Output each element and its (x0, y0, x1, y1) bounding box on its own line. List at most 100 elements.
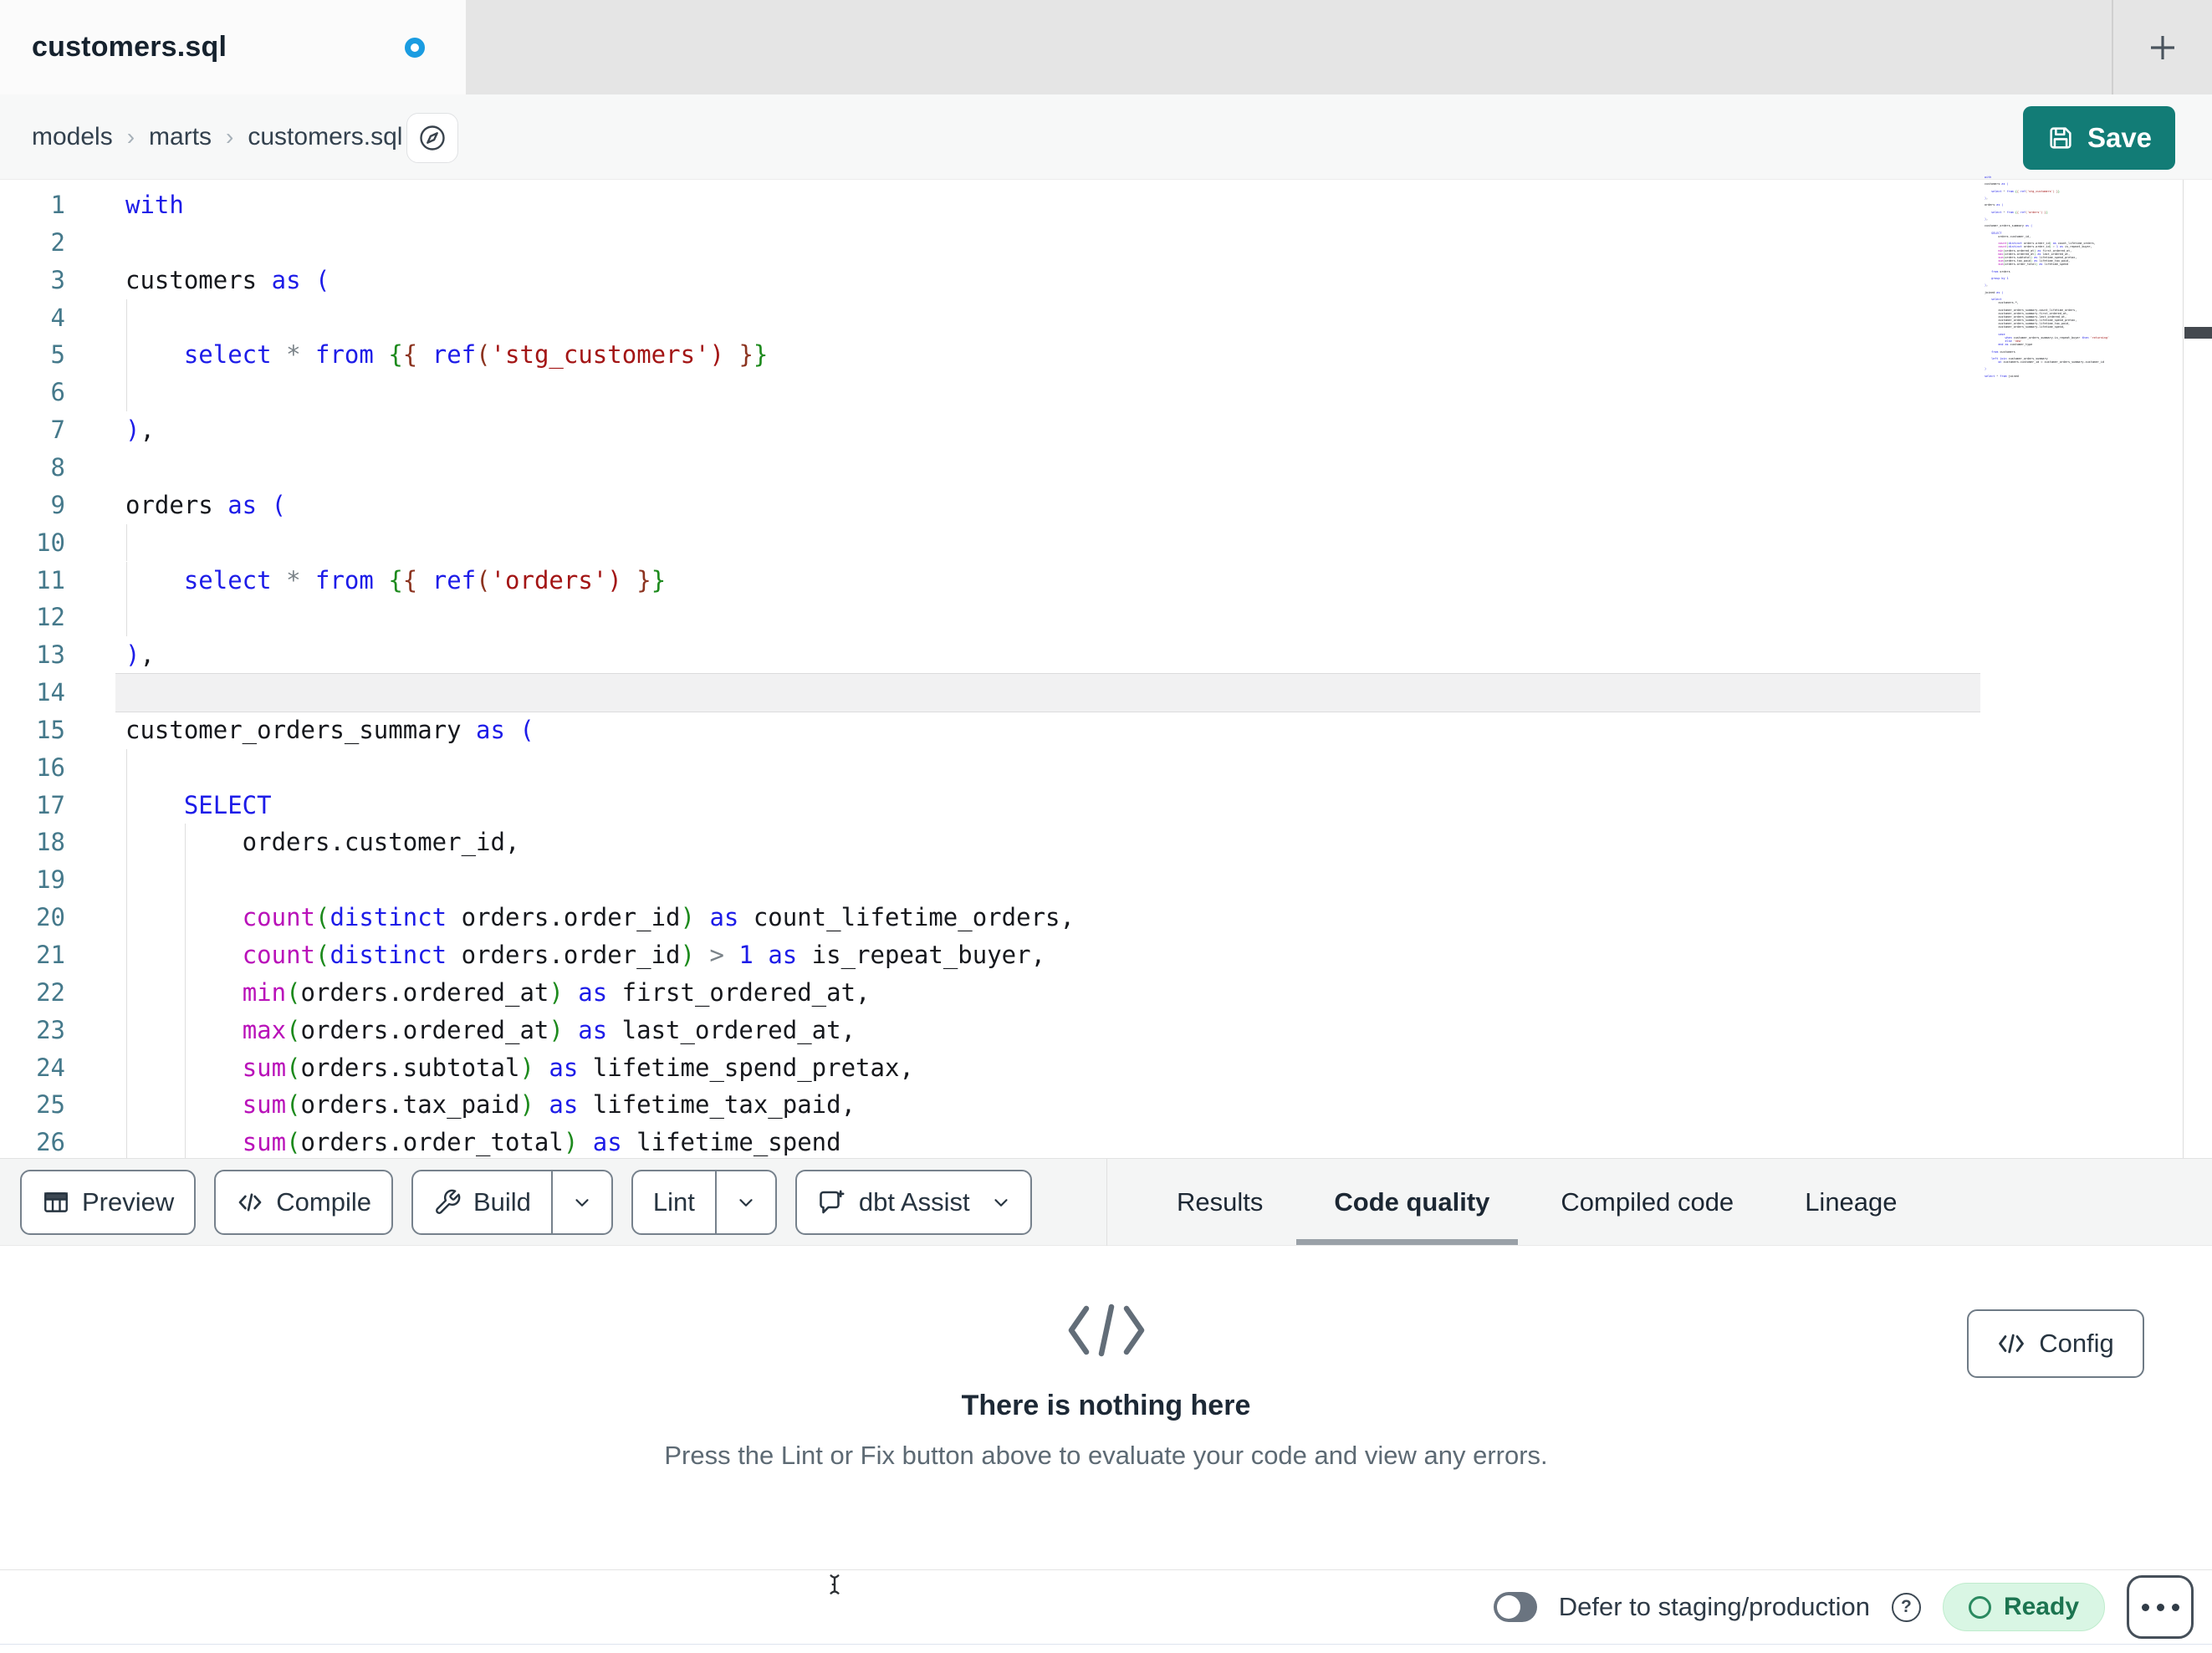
compile-button-label: Compile (276, 1187, 371, 1217)
toggle-knob (1496, 1595, 1520, 1619)
code-line[interactable]: customer_orders_summary as ( (125, 712, 534, 749)
code-line[interactable]: with (125, 186, 184, 224)
dbt-assist-dropdown[interactable] (990, 1191, 1030, 1213)
line-number: 26 (36, 1128, 65, 1157)
line-number: 9 (50, 490, 65, 519)
line-number: 22 (36, 977, 65, 1007)
tabbar-divider (2112, 0, 2113, 94)
dbt-assist-button[interactable]: dbt Assist (794, 1170, 1032, 1235)
code-editor[interactable]: 1 with 2 3 customers as (4 5 select * from {{… (0, 176, 2212, 1162)
wrench-icon (433, 1188, 462, 1217)
defer-label: Defer to staging/production (1558, 1592, 1870, 1621)
line-number: 20 (36, 903, 65, 932)
code-brackets-icon (236, 1188, 264, 1217)
code-line[interactable]: orders.customer_id, (125, 824, 520, 861)
line-number: 7 (50, 416, 65, 445)
compile-button[interactable]: Compile (214, 1170, 393, 1235)
new-tab-button[interactable] (2133, 18, 2192, 77)
tab-customers-sql[interactable]: customers.sql (0, 0, 466, 94)
line-number: 6 (50, 378, 65, 407)
breadcrumb-row: models › marts › customers.sql Save (0, 94, 2212, 180)
breadcrumb-marts[interactable]: marts (149, 123, 212, 151)
line-number: 17 (36, 790, 65, 819)
chevron-down-icon (990, 1191, 1012, 1213)
breadcrumb: models › marts › customers.sql (32, 94, 402, 180)
lint-button-label: Lint (652, 1187, 695, 1217)
minimap[interactable]: with customers as ( select * from {{ ref(… (1985, 176, 2127, 378)
code-line[interactable]: orders as ( (125, 487, 286, 524)
tab-lineage[interactable]: Lineage (1805, 1187, 1897, 1217)
breadcrumb-models[interactable]: models (32, 123, 113, 151)
indent-guide (184, 861, 186, 900)
code-line[interactable]: ), (125, 411, 155, 449)
defer-toggle[interactable] (1493, 1592, 1537, 1622)
text-cursor-icon (822, 1564, 847, 1605)
lint-button[interactable]: Lint (631, 1170, 777, 1235)
build-button[interactable]: Build (411, 1170, 613, 1235)
plus-icon (2145, 30, 2180, 65)
code-brackets-icon (1997, 1333, 2026, 1355)
ready-circle-icon (1968, 1595, 1991, 1619)
ready-label: Ready (2003, 1593, 2079, 1620)
tab-title: customers.sql (32, 31, 227, 63)
ellipsis-icon (2141, 1603, 2179, 1611)
build-dropdown-button[interactable] (550, 1171, 611, 1233)
line-number: 3 (50, 265, 65, 294)
tab-compiled-code[interactable]: Compiled code (1561, 1187, 1734, 1217)
line-number: 23 (36, 1015, 65, 1044)
chevron-down-icon (571, 1191, 593, 1213)
open-lineage-compass-button[interactable] (406, 113, 458, 163)
active-tab-underline (1296, 1239, 1518, 1245)
code-line[interactable]: min(orders.ordered_at) as first_ordered_… (125, 974, 871, 1012)
code-line[interactable]: max(orders.ordered_at) as last_ordered_a… (125, 1012, 856, 1049)
code-line[interactable]: SELECT (125, 787, 272, 824)
save-button[interactable]: Save (2023, 106, 2175, 170)
breadcrumb-customers-sql[interactable]: customers.sql (248, 123, 402, 151)
code-quality-panel: There is nothing here Press the Lint or … (0, 1246, 2212, 1569)
save-button-label: Save (2087, 122, 2153, 153)
line-number: 18 (36, 828, 65, 857)
toolbar-buttons: Preview Compile Build Lint dbt Assist (20, 1170, 1032, 1235)
code-line[interactable]: count(distinct orders.order_id) as count… (125, 899, 1075, 936)
preview-button[interactable]: Preview (20, 1170, 197, 1235)
line-number: 5 (50, 340, 65, 370)
chevron-right-icon: › (126, 124, 135, 150)
indent-guide (126, 374, 127, 412)
unsaved-changes-dot-icon (405, 38, 425, 58)
floppy-disk-icon (2046, 124, 2075, 152)
editor-right-divider (2183, 180, 2184, 1158)
code-line[interactable]: select * from {{ ref('stg_customers') }} (125, 336, 769, 374)
line-number: 25 (36, 1090, 65, 1120)
indent-guide (126, 599, 127, 637)
table-grid-icon (42, 1188, 70, 1217)
help-icon[interactable]: ? (1891, 1592, 1921, 1622)
preview-button-label: Preview (82, 1187, 175, 1217)
code-line[interactable]: count(distinct orders.order_id) > 1 as i… (125, 936, 1045, 974)
code-line[interactable]: sum(orders.subtotal) as lifetime_spend_p… (125, 1049, 914, 1087)
more-options-button[interactable] (2127, 1575, 2194, 1639)
line-number: 11 (36, 565, 65, 594)
code-line[interactable]: ), (125, 636, 155, 674)
tab-code-quality[interactable]: Code quality (1334, 1187, 1489, 1217)
line-number: 19 (36, 865, 65, 895)
build-button-label: Build (473, 1187, 531, 1217)
lint-dropdown-button[interactable] (714, 1171, 775, 1233)
line-number: 2 (50, 227, 65, 257)
code-line[interactable]: sum(orders.order_total) as lifetime_spen… (125, 1124, 841, 1161)
line-number: 14 (36, 678, 65, 707)
line-number: 15 (36, 715, 65, 744)
chevron-down-icon (735, 1191, 757, 1213)
code-line[interactable]: sum(orders.tax_paid) as lifetime_tax_pai… (125, 1086, 856, 1124)
chevron-right-icon: › (226, 124, 234, 150)
indent-guide (126, 298, 127, 337)
code-line[interactable]: customers as ( (125, 262, 330, 299)
line-number: 4 (50, 303, 65, 332)
tab-results[interactable]: Results (1177, 1187, 1263, 1217)
config-button[interactable]: Config (1967, 1309, 2144, 1378)
editor-scrollbar-thumb[interactable] (2184, 327, 2212, 339)
empty-state: There is nothing here Press the Lint or … (0, 1246, 2212, 1471)
code-line[interactable]: select * from {{ ref('orders') }} (125, 562, 666, 599)
dbt-ide-window: customers.sql models › marts › customers… (0, 0, 2212, 1653)
result-tabs: Results Code quality Compiled code Linea… (1106, 1159, 2212, 1246)
editor-toolbar: Preview Compile Build Lint dbt Assist Re… (0, 1158, 2212, 1246)
